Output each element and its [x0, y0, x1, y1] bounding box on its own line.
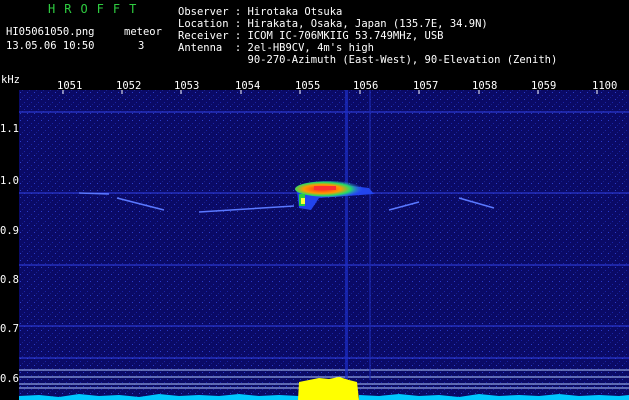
spectrogram-canvas [19, 90, 629, 400]
y-tick-label: 1.1 [0, 123, 19, 135]
audio-burst [298, 377, 359, 400]
brand-title: HROFFT [48, 2, 146, 16]
observer-row: Observer : Hirotaka Otsuka [178, 6, 343, 18]
location-row: Location : Hirakata, Osaka, Japan (135.7… [178, 18, 488, 30]
meteor-label: meteor [124, 26, 162, 38]
y-axis-unit: kHz [1, 74, 20, 86]
spectrogram-plot [19, 90, 629, 400]
meteor-count: 3 [138, 40, 145, 52]
image-datetime: 13.05.06 10:50 [6, 40, 95, 52]
y-tick-label: 0.9 [0, 225, 19, 237]
y-tick-label: 0.8 [0, 274, 19, 286]
y-tick-label: 0.7 [0, 323, 19, 335]
carrier-column [345, 90, 348, 380]
receiver-row: Receiver : ICOM IC-706MKIIG 53.749MHz, U… [178, 30, 444, 42]
y-tick-label: 0.6 [0, 373, 19, 385]
antenna-row: Antenna : 2el-HB9CV, 4m's high [178, 42, 374, 54]
image-filename: HI05061050.png [6, 26, 95, 38]
header-panel: HROFFT HI05061050.png 13.05.06 10:50 met… [0, 0, 629, 72]
antenna-direction-row: 90-270-Azimuth (East-West), 90-Elevation… [178, 54, 558, 66]
carrier-column [369, 90, 371, 380]
y-tick-label: 1.0 [0, 175, 19, 187]
